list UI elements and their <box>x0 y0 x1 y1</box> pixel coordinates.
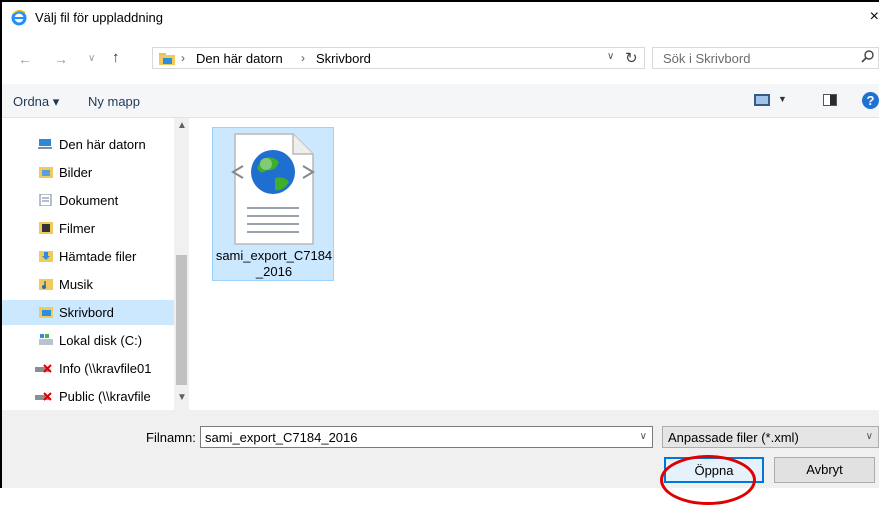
nav-item-label: Bilder <box>59 165 93 180</box>
navigation-scrollbar[interactable]: ▲ ▼ <box>174 118 189 410</box>
search-placeholder: Sök i Skrivbord <box>663 51 751 66</box>
file-list: sami_export_C7184_2016 <box>192 118 879 410</box>
nav-item-local-disk[interactable]: Lokal disk (C:) <box>2 328 174 353</box>
file-type-value: Anpassade filer (*.xml) <box>668 430 799 445</box>
navigation-bar: ← → ∨ ↑ › Den här datorn › Skrivbord ∨ ↻… <box>2 44 879 74</box>
forward-icon[interactable]: → <box>54 51 68 67</box>
address-dropdown-icon[interactable]: ∨ <box>607 51 614 62</box>
scroll-up-icon[interactable]: ▲ <box>177 120 187 131</box>
computer-icon <box>38 139 52 149</box>
search-box[interactable]: Sök i Skrivbord <box>652 47 879 69</box>
local-disk-icon <box>39 334 53 345</box>
dialog-footer: Filnamn: sami_export_C7184_2016 ∨ Anpass… <box>2 410 879 488</box>
navigation-pane: Den här datorn Bilder Dokument Filmer Hä… <box>2 118 189 410</box>
nav-item-music[interactable]: Musik <box>2 272 174 297</box>
change-view-icon[interactable] <box>754 94 770 106</box>
documents-folder-icon <box>39 194 52 206</box>
desktop-folder-icon <box>159 53 175 65</box>
breadcrumb-separator-icon: › <box>181 51 185 65</box>
nav-item-documents[interactable]: Dokument <box>2 188 174 213</box>
nav-item-label: Skrivbord <box>59 305 114 320</box>
disconnected-drive-icon <box>35 364 52 373</box>
filename-input[interactable]: sami_export_C7184_2016 ∨ <box>200 426 653 448</box>
nav-item-label: Den här datorn <box>59 137 146 152</box>
search-icon <box>861 50 874 63</box>
xml-file-icon <box>231 133 315 245</box>
help-icon[interactable]: ? <box>862 92 879 109</box>
nav-item-label: Dokument <box>59 193 119 208</box>
title-bar: Välj fil för uppladdning × <box>2 2 879 34</box>
file-type-dropdown-icon[interactable]: ∨ <box>866 431 873 442</box>
file-name: sami_export_C7184_2016 <box>215 248 333 279</box>
breadcrumb-desktop[interactable]: Skrivbord <box>316 51 371 66</box>
file-item[interactable]: sami_export_C7184_2016 <box>212 127 334 281</box>
back-icon[interactable]: ← <box>18 51 32 67</box>
view-dropdown-icon[interactable]: ▼ <box>778 94 787 104</box>
scroll-down-icon[interactable]: ▼ <box>177 392 187 403</box>
scrollbar-thumb[interactable] <box>176 255 187 385</box>
nav-item-network-public[interactable]: Public (\\kravfile <box>2 384 174 409</box>
window-title: Välj fil för uppladdning <box>35 10 163 25</box>
file-type-select[interactable]: Anpassade filer (*.xml) ∨ <box>662 426 879 448</box>
up-folder-icon[interactable]: ↑ <box>112 49 120 66</box>
cancel-button[interactable]: Avbryt <box>774 457 875 483</box>
close-icon[interactable]: × <box>870 8 879 26</box>
nav-item-this-pc[interactable]: Den här datorn <box>2 132 174 157</box>
downloads-folder-icon <box>39 251 53 262</box>
address-bar[interactable]: › Den här datorn › Skrivbord ∨ ↻ <box>152 47 645 69</box>
nav-item-label: Public (\\kravfile <box>59 389 151 404</box>
filename-value: sami_export_C7184_2016 <box>205 430 358 445</box>
internet-explorer-icon <box>11 10 27 26</box>
disconnected-drive-icon <box>35 392 52 401</box>
nav-item-label: Hämtade filer <box>59 249 137 264</box>
desktop-folder-icon <box>39 307 53 318</box>
music-folder-icon <box>39 279 53 290</box>
preview-pane-icon[interactable] <box>823 94 837 106</box>
nav-item-label: Info (\\kravfile01 <box>59 361 152 376</box>
nav-item-network-info[interactable]: Info (\\kravfile01 <box>2 356 174 381</box>
new-folder-button[interactable]: Ny mapp <box>88 94 140 109</box>
nav-item-label: Filmer <box>59 221 96 236</box>
filename-dropdown-icon[interactable]: ∨ <box>640 431 647 442</box>
nav-item-downloads[interactable]: Hämtade filer <box>2 244 174 269</box>
recent-locations-chevron-icon[interactable]: ∨ <box>88 53 95 64</box>
refresh-icon[interactable]: ↻ <box>625 49 638 67</box>
nav-item-desktop[interactable]: Skrivbord <box>2 300 174 325</box>
nav-item-pictures[interactable]: Bilder <box>2 160 174 185</box>
organize-button[interactable]: Ordna ▾ <box>13 94 59 110</box>
breadcrumb-separator-icon: › <box>301 51 305 65</box>
nav-item-videos[interactable]: Filmer <box>2 216 174 241</box>
breadcrumb-this-pc[interactable]: Den här datorn <box>196 51 283 66</box>
videos-folder-icon <box>39 222 53 234</box>
open-button[interactable]: Öppna <box>664 457 764 483</box>
command-bar: Ordna ▾ Ny mapp ▼ ? <box>2 84 879 118</box>
filename-label: Filnamn: <box>146 430 196 445</box>
pictures-folder-icon <box>39 167 53 178</box>
nav-item-label: Lokal disk (C:) <box>59 333 143 348</box>
nav-item-label: Musik <box>59 277 93 292</box>
